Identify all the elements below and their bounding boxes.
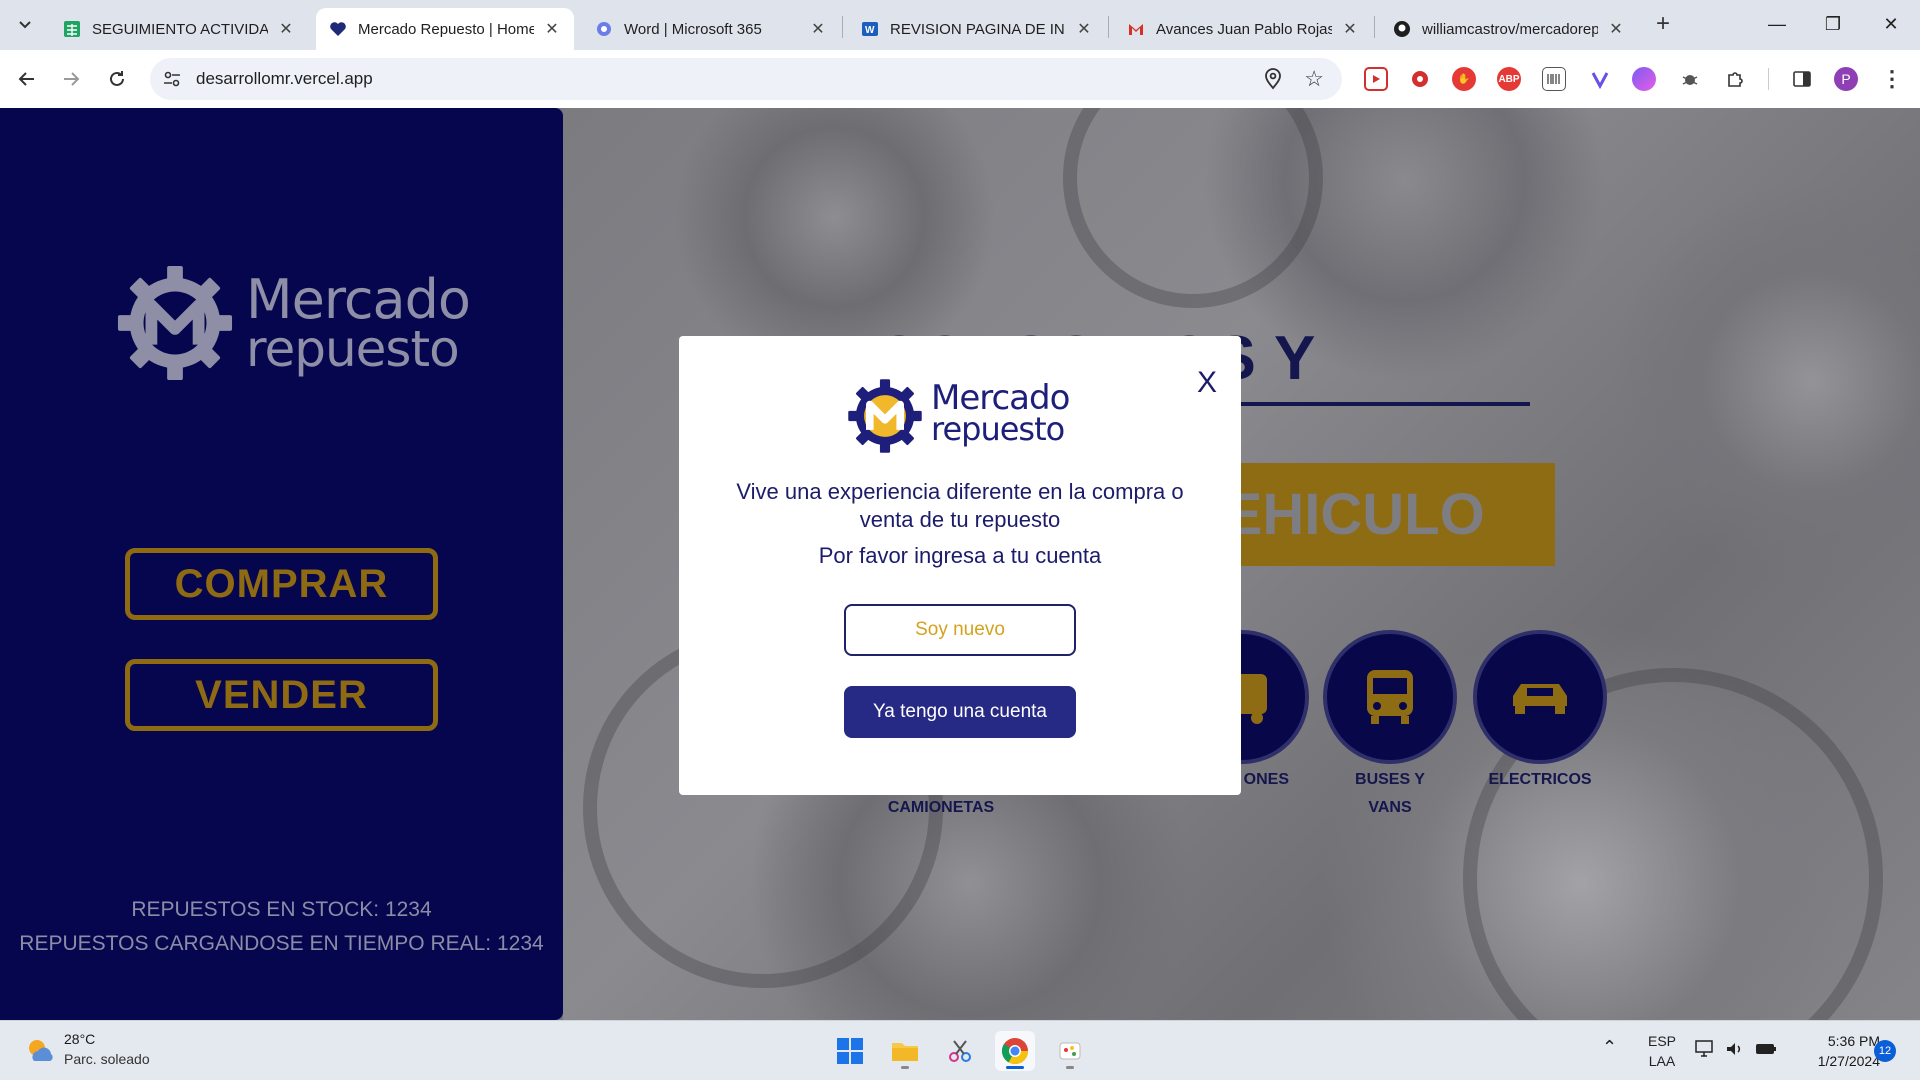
- tab-mercado-repuesto[interactable]: Mercado Repuesto | Home ✕: [316, 8, 574, 50]
- close-icon[interactable]: ✕: [808, 19, 828, 39]
- close-icon[interactable]: ✕: [1606, 19, 1626, 39]
- extension-red-play-icon[interactable]: [1364, 67, 1388, 91]
- close-icon[interactable]: ✕: [542, 19, 562, 39]
- location-pin-icon[interactable]: [1262, 68, 1284, 90]
- forward-arrow-icon: [64, 72, 80, 86]
- restore-button[interactable]: ❐: [1820, 12, 1846, 38]
- paint-palette-icon: [1059, 1042, 1081, 1060]
- tab-revision[interactable]: W REVISION PAGINA DE INICIO ✕: [848, 8, 1106, 50]
- start-button[interactable]: [830, 1031, 870, 1071]
- tab-gmail[interactable]: Avances Juan Pablo Rojas ✕: [1114, 8, 1372, 50]
- folder-icon: [892, 1043, 918, 1061]
- gmail-icon: [1126, 19, 1146, 39]
- extension-gradient-icon[interactable]: [1632, 67, 1656, 91]
- adblock-plus-icon[interactable]: ABP: [1497, 67, 1521, 91]
- github-icon: [1392, 19, 1412, 39]
- address-bar[interactable]: desarrollomr.vercel.app ☆: [150, 58, 1342, 100]
- reload-button[interactable]: [102, 64, 132, 94]
- extension-bug-icon[interactable]: [1678, 67, 1702, 91]
- heart-icon: [328, 19, 348, 39]
- tab-title: Avances Juan Pablo Rojas: [1156, 20, 1332, 38]
- weather-partly-sunny-icon[interactable]: [24, 1035, 56, 1067]
- back-button[interactable]: [12, 64, 42, 94]
- network-icon[interactable]: [1694, 1039, 1716, 1062]
- language-code: ESP: [1648, 1033, 1677, 1049]
- tab-title: REVISION PAGINA DE INICIO: [890, 20, 1066, 38]
- reload-icon: [110, 71, 124, 86]
- running-indicator: [1066, 1066, 1074, 1069]
- login-modal: X Mercado repuesto Vive una experiencia …: [679, 336, 1241, 795]
- chrome-button[interactable]: [995, 1031, 1035, 1071]
- adblock-label: ABP: [1498, 73, 1520, 85]
- tab-separator: [1374, 16, 1375, 38]
- close-icon[interactable]: ✕: [1340, 19, 1360, 39]
- toolbar-separator: [1768, 68, 1769, 90]
- clock-time: 5:36 PM: [1827, 1033, 1880, 1049]
- tab-title: Mercado Repuesto | Home: [358, 20, 534, 38]
- windows-taskbar: 28°C Parc. soleado ⌃ ESP LAA 5:36 PM 1/27…: [0, 1020, 1920, 1080]
- tab-search-button[interactable]: [10, 10, 40, 40]
- clock-date: 1/27/2024: [1817, 1053, 1880, 1069]
- close-icon[interactable]: ✕: [276, 19, 296, 39]
- extension-record-icon[interactable]: [1408, 67, 1432, 91]
- windows-logo-icon: [837, 1038, 863, 1064]
- battery-icon[interactable]: [1754, 1039, 1778, 1062]
- extension-hand-icon[interactable]: ✋: [1452, 67, 1476, 91]
- file-explorer-button[interactable]: [885, 1031, 925, 1071]
- soy-nuevo-button[interactable]: Soy nuevo: [844, 604, 1076, 656]
- word-icon: W: [860, 19, 880, 39]
- bookmark-star-icon[interactable]: ☆: [1304, 66, 1324, 92]
- close-modal-button[interactable]: X: [1197, 366, 1217, 400]
- system-clock[interactable]: 5:36 PM 1/27/2024: [1790, 1031, 1880, 1071]
- close-icon[interactable]: ✕: [1074, 19, 1094, 39]
- browser-toolbar: desarrollomr.vercel.app ☆ ✋ ABP ⋮: [0, 50, 1920, 108]
- extension-v-icon[interactable]: [1588, 67, 1612, 91]
- close-window-button[interactable]: ✕: [1878, 12, 1904, 38]
- tab-word[interactable]: Word | Microsoft 365 ✕: [582, 8, 840, 50]
- url-text[interactable]: desarrollomr.vercel.app: [196, 69, 373, 89]
- weather-temperature[interactable]: 28°C: [64, 1031, 95, 1047]
- keyboard-layout: LAA: [1648, 1053, 1676, 1069]
- page-viewport: Mercado repuesto COMPRAR VENDER REPUESTO…: [0, 108, 1920, 1020]
- modal-subtitle: Por favor ingresa a tu cuenta: [818, 543, 1102, 568]
- menu-kebab-icon[interactable]: ⋮: [1880, 66, 1904, 91]
- volume-icon[interactable]: [1724, 1039, 1744, 1062]
- copilot-icon: [594, 19, 614, 39]
- modal-logo: Mercado repuesto: [847, 378, 1077, 458]
- ya-tengo-cuenta-button[interactable]: Ya tengo una cuenta: [844, 686, 1076, 738]
- scissors-icon: [949, 1040, 971, 1062]
- logo-word-repuesto: repuesto: [931, 410, 1065, 448]
- snipping-tool-button[interactable]: [940, 1031, 980, 1071]
- tab-title: Word | Microsoft 365: [624, 20, 762, 38]
- tab-separator: [1108, 16, 1109, 38]
- running-indicator: [1006, 1066, 1024, 1069]
- sheets-icon: [62, 19, 82, 39]
- extension-barcode-icon[interactable]: [1542, 67, 1566, 91]
- extensions-puzzle-icon[interactable]: [1723, 67, 1747, 91]
- weather-description[interactable]: Parc. soleado: [64, 1051, 150, 1067]
- back-arrow-icon: [18, 72, 34, 86]
- tab-separator: [842, 16, 843, 38]
- profile-avatar[interactable]: P: [1834, 67, 1858, 91]
- forward-button[interactable]: [56, 64, 86, 94]
- tab-title: SEGUIMIENTO ACTIVIDADES: [92, 20, 268, 38]
- notification-badge[interactable]: 12: [1874, 1040, 1896, 1062]
- running-indicator: [901, 1066, 909, 1069]
- new-tab-button[interactable]: +: [1650, 12, 1676, 38]
- side-panel-icon[interactable]: [1790, 67, 1814, 91]
- svg-text:W: W: [865, 25, 875, 36]
- tab-seguimiento[interactable]: SEGUIMIENTO ACTIVIDADES ✕: [50, 8, 308, 50]
- gear-logo-icon: [848, 379, 922, 453]
- tab-strip: SEGUIMIENTO ACTIVIDADES ✕ Mercado Repues…: [0, 0, 1920, 50]
- input-language-indicator[interactable]: ESP LAA: [1648, 1031, 1676, 1071]
- paint-button[interactable]: [1050, 1031, 1090, 1071]
- tab-github[interactable]: williamcastrov/mercadorepuesto ✕: [1380, 8, 1638, 50]
- tab-title: williamcastrov/mercadorepuesto: [1422, 20, 1598, 38]
- show-hidden-icons-chevron[interactable]: ⌃: [1602, 1037, 1617, 1058]
- site-settings-icon[interactable]: [162, 69, 182, 89]
- chevron-down-icon: [19, 21, 31, 29]
- chrome-icon: [1001, 1038, 1029, 1065]
- modal-headline: Vive una experiencia diferente en la com…: [736, 479, 1184, 532]
- minimize-button[interactable]: —: [1764, 12, 1790, 38]
